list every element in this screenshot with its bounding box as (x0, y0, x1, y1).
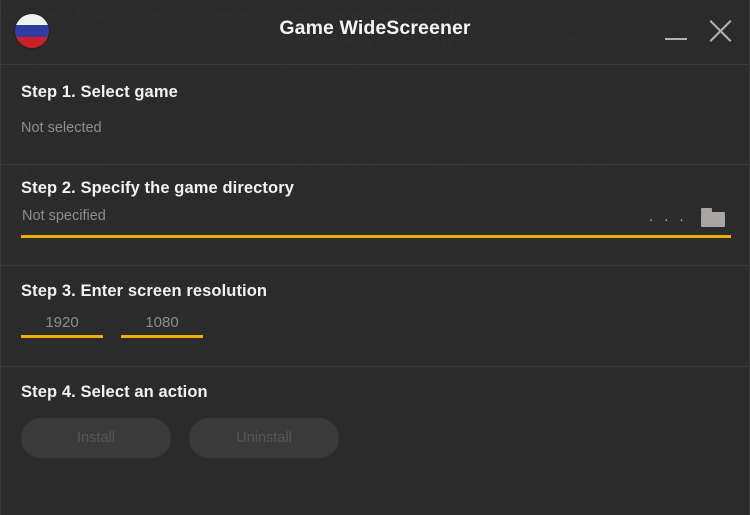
close-button[interactable] (703, 14, 737, 48)
action-buttons: Install Uninstall (21, 418, 749, 458)
step-2-title: Step 2. Specify the game directory (21, 179, 749, 198)
minimize-button[interactable] (659, 14, 693, 48)
resolution-inputs: 1920 1080 (21, 310, 749, 338)
game-directory-input[interactable]: Not specified · · · (21, 208, 731, 238)
step-2-game-directory: Step 2. Specify the game directory Not s… (1, 164, 749, 265)
step-3-title: Step 3. Enter screen resolution (21, 282, 749, 301)
step-1-select-game: Step 1. Select game Not selected (1, 64, 749, 164)
step-1-selected-game-value[interactable]: Not selected (21, 120, 749, 136)
resolution-width-value: 1920 (21, 310, 103, 335)
minimize-icon (665, 38, 687, 40)
game-widescreener-window: Game WideScreener Step 1. Select game No… (0, 0, 750, 515)
resolution-height-input[interactable]: 1080 (121, 310, 203, 338)
resolution-width-input[interactable]: 1920 (21, 310, 103, 338)
folder-icon[interactable] (701, 208, 725, 227)
game-directory-value: Not specified (22, 208, 106, 224)
uninstall-button[interactable]: Uninstall (189, 418, 339, 458)
folder-body (701, 212, 725, 227)
install-button[interactable]: Install (21, 418, 171, 458)
step-3-screen-resolution: Step 3. Enter screen resolution 1920 108… (1, 265, 749, 366)
title-bar: Game WideScreener (1, 0, 749, 64)
step-1-title: Step 1. Select game (21, 83, 749, 102)
more-options-icon[interactable]: · · · (649, 211, 687, 228)
step-4-select-action: Step 4. Select an action Install Uninsta… (1, 366, 749, 514)
resolution-height-value: 1080 (121, 310, 203, 335)
step-4-title: Step 4. Select an action (21, 383, 749, 402)
page-title: Game WideScreener (1, 17, 749, 40)
